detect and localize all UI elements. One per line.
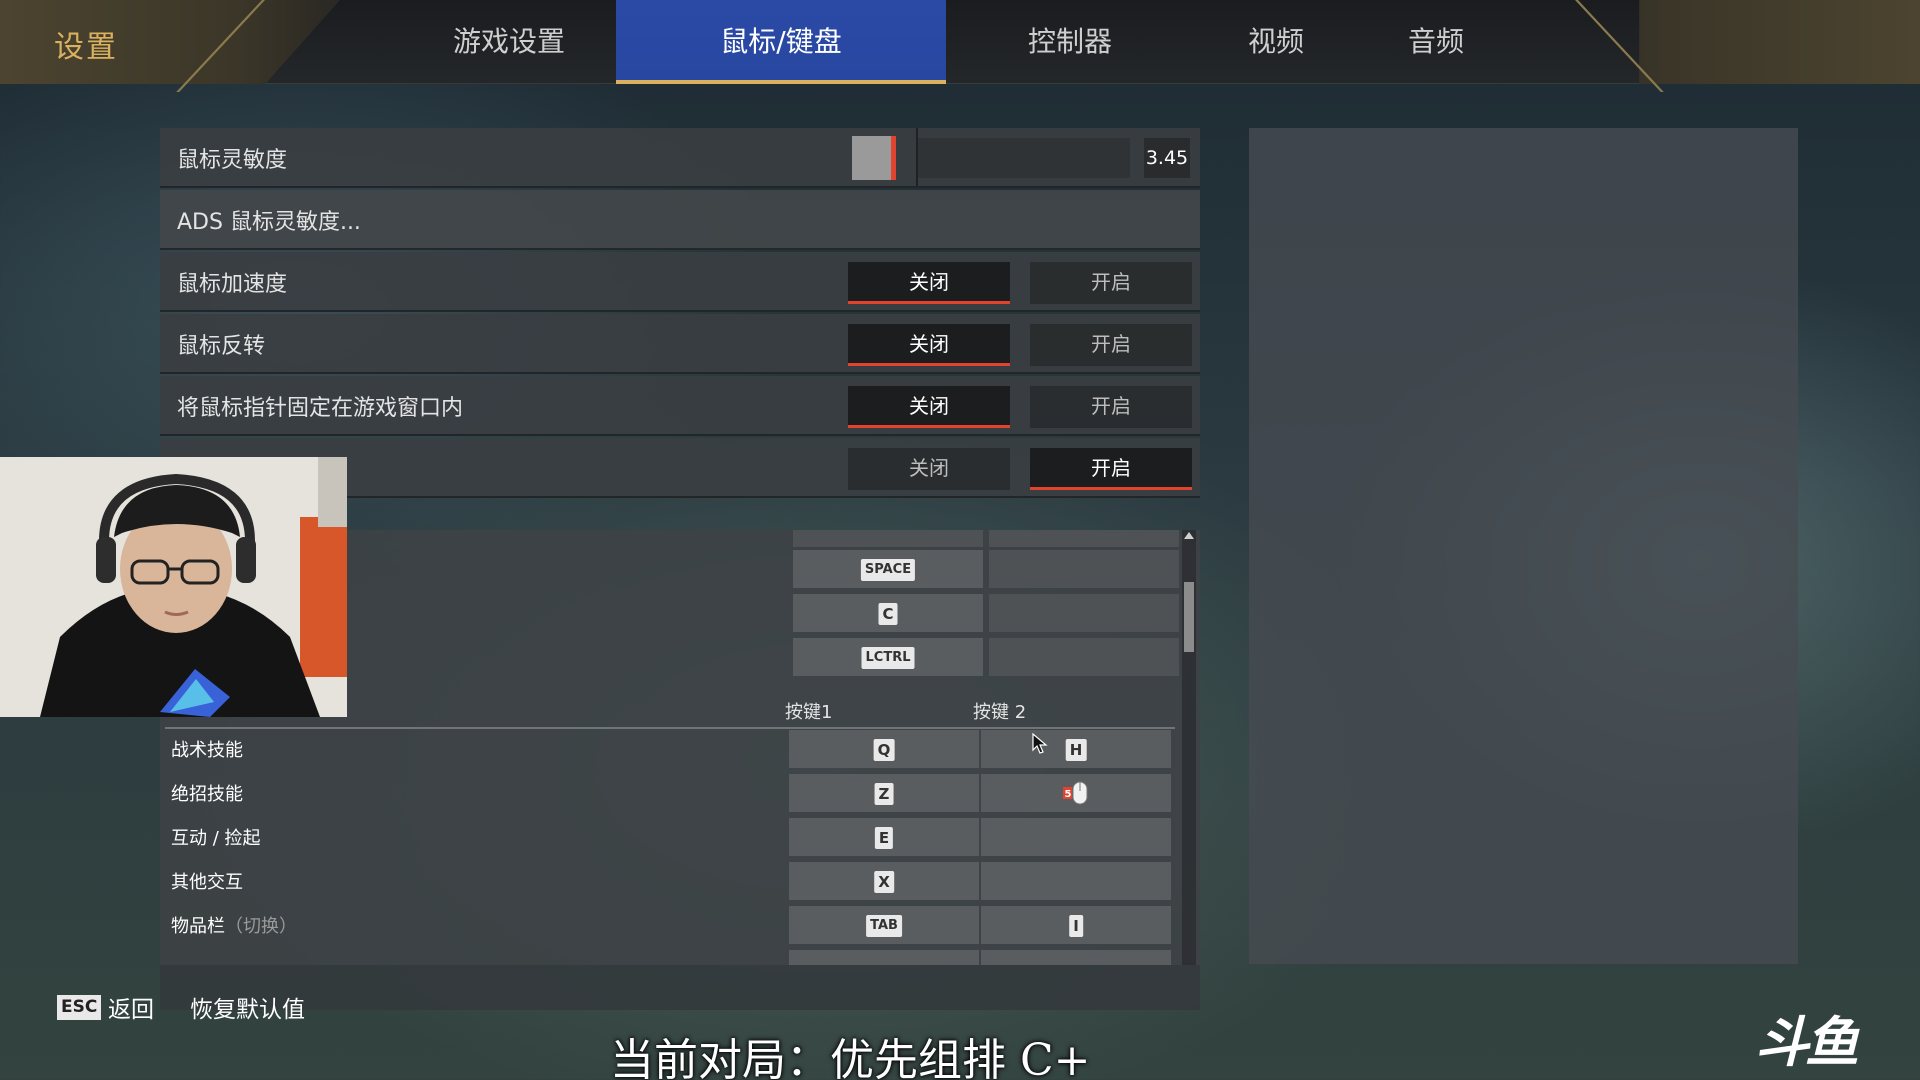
tactical-key2-cell[interactable]: H [981, 730, 1171, 768]
back-button[interactable]: 返回 [108, 990, 154, 1024]
esc-keycap[interactable]: ESC [57, 995, 102, 1020]
ultimate-key2-cell[interactable]: 5 [981, 774, 1171, 812]
jump-key1-cell[interactable]: SPACE [793, 550, 983, 588]
mouse-acceleration-label: 鼠标加速度 [177, 272, 288, 297]
lock-cursor-row: 将鼠标指针固定在游戏窗口内 关闭 开启 [160, 376, 1200, 436]
keycap: LCTRL [861, 647, 915, 669]
inventory-key2-cell[interactable]: I [981, 906, 1171, 944]
keycap: C [878, 603, 898, 625]
alt-interact-key1-cell[interactable]: X [789, 862, 979, 900]
keycap: SPACE [860, 559, 916, 581]
douyu-watermark-logo: 斗鱼 [1755, 1011, 1859, 1074]
ultimate-ability-label: 绝招技能 [171, 784, 243, 805]
mouse-acceleration-on-button[interactable]: 开启 [1030, 262, 1192, 304]
inventory-label: 物品栏（切换） [171, 912, 297, 938]
crouch-hold-key2-cell[interactable] [989, 638, 1179, 676]
title-zone [0, 0, 340, 84]
crouch-toggle-key2-cell[interactable] [989, 594, 1179, 632]
scroll-up-icon[interactable] [1184, 532, 1194, 539]
tab-audio[interactable]: 音频 [1396, 0, 1476, 84]
tab-mouse-keyboard[interactable]: 鼠标/键盘 [616, 0, 946, 84]
alt-interact-label: 其他交互 [171, 872, 243, 893]
keycap: X [874, 871, 894, 893]
crouch-hold-key1-cell[interactable]: LCTRL [793, 638, 983, 676]
footer-bar [160, 965, 1200, 1010]
keybind-cell[interactable] [989, 530, 1179, 547]
webcam-image [0, 457, 347, 717]
mouse-invert-label: 鼠标反转 [177, 334, 266, 359]
sensitivity-value: 3.45 [1144, 138, 1190, 178]
reset-defaults-button[interactable]: 恢复默认值 [190, 990, 305, 1024]
keybind-cell[interactable] [793, 530, 983, 547]
mouse-invert-off-button[interactable]: 关闭 [848, 324, 1010, 366]
mouse-acceleration-off-button[interactable]: 关闭 [848, 262, 1010, 304]
sensitivity-slider-handle[interactable] [852, 136, 896, 180]
tactical-ability-label: 战术技能 [171, 740, 243, 761]
inventory-key1-cell[interactable]: TAB [789, 906, 979, 944]
tab-controller[interactable]: 控制器 [1008, 0, 1132, 84]
header-divider [165, 727, 1175, 729]
tactical-key1-cell[interactable]: Q [789, 730, 979, 768]
ads-sensitivity-label: ADS 鼠标灵敏度... [177, 210, 361, 235]
interact-key1-cell[interactable]: E [789, 818, 979, 856]
streamer-webcam [0, 457, 347, 717]
ultimate-key1-cell[interactable]: Z [789, 774, 979, 812]
top-nav-bar: 设置 游戏设置 鼠标/键盘 控制器 视频 音频 [0, 0, 1920, 92]
ads-sensitivity-row[interactable]: ADS 鼠标灵敏度... [160, 190, 1200, 250]
jump-key2-cell[interactable] [989, 550, 1179, 588]
key1-column-header: 按键1 [785, 702, 833, 723]
key2-column-header: 按键 2 [973, 702, 1027, 723]
keycap: I [1069, 915, 1083, 937]
lock-cursor-off-button[interactable]: 关闭 [848, 386, 1010, 428]
stream-caption: 当前对局：优先组排 C+ [610, 1035, 1091, 1080]
sensitivity-slider-track[interactable] [918, 138, 1130, 178]
keycap: E [874, 827, 894, 849]
svg-text:5: 5 [1065, 789, 1072, 800]
scroll-thumb[interactable] [1184, 582, 1194, 652]
mouse-acceleration-row: 鼠标加速度 关闭 开启 [160, 252, 1200, 312]
setting-description-panel [1249, 128, 1798, 964]
obscured-setting-off-button[interactable]: 关闭 [848, 448, 1010, 490]
keycap: Z [874, 783, 894, 805]
alt-interact-key2-cell[interactable] [981, 862, 1171, 900]
obscured-setting-on-button[interactable]: 开启 [1030, 448, 1192, 490]
lock-cursor-on-button[interactable]: 开启 [1030, 386, 1192, 428]
lock-cursor-label: 将鼠标指针固定在游戏窗口内 [177, 396, 464, 421]
keybind-cell[interactable] [789, 950, 979, 965]
page-title: 设置 [54, 30, 118, 65]
sensitivity-label: 鼠标灵敏度 [177, 148, 288, 173]
interact-key2-cell[interactable] [981, 818, 1171, 856]
interact-pickup-label: 互动 / 捡起 [171, 828, 261, 849]
inventory-label-sub: （切换） [225, 916, 297, 937]
keycap: Q [873, 739, 895, 761]
mouse-button-5-icon: 5 [1063, 781, 1088, 805]
keycap: TAB [866, 915, 902, 937]
mouse-invert-on-button[interactable]: 开启 [1030, 324, 1192, 366]
inventory-label-main: 物品栏 [171, 916, 225, 937]
mouse-cursor-icon [1032, 733, 1048, 754]
mouse-settings-panel: 鼠标灵敏度 3.45 ADS 鼠标灵敏度... 鼠标加速度 关闭 开启 鼠标反转… [160, 128, 1200, 498]
tab-video[interactable]: 视频 [1236, 0, 1316, 84]
keycap: H [1065, 739, 1087, 761]
sensitivity-row: 鼠标灵敏度 3.45 [160, 128, 1200, 188]
keybind-cell[interactable] [981, 950, 1171, 965]
keybind-scrollbar[interactable] [1182, 530, 1196, 965]
crouch-toggle-key1-cell[interactable]: C [793, 594, 983, 632]
mouse-invert-row: 鼠标反转 关闭 开启 [160, 314, 1200, 374]
tab-game-settings[interactable]: 游戏设置 [424, 0, 594, 84]
